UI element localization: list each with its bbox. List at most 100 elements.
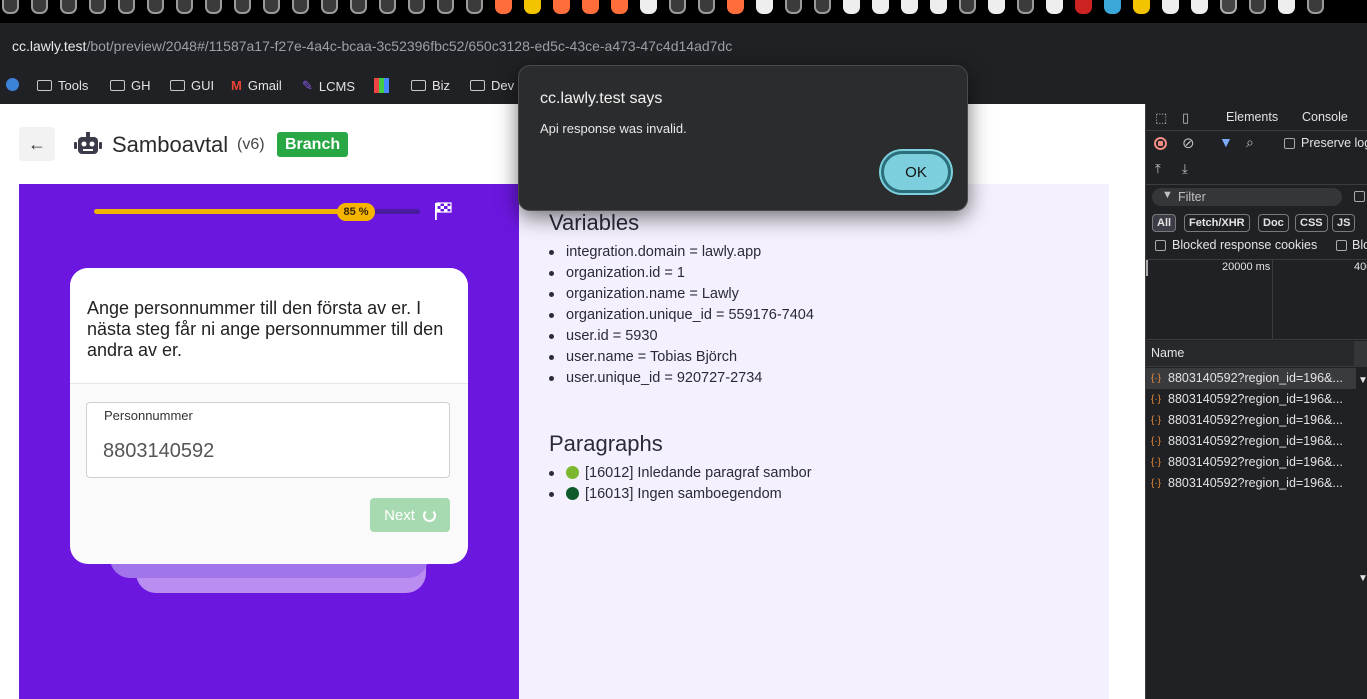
dialog-message: Api response was invalid. [540, 121, 687, 136]
browser-tab-icon[interactable] [553, 0, 570, 14]
browser-tab-icon[interactable] [118, 0, 135, 14]
ok-button[interactable]: OK [881, 151, 951, 193]
browser-tab-icon[interactable] [1249, 0, 1266, 14]
browser-tab-icon[interactable] [1046, 0, 1063, 14]
upload-icon[interactable]: ⤒ [1155, 161, 1161, 177]
branch-badge: Branch [277, 132, 349, 157]
browser-tab-icon[interactable] [524, 0, 541, 14]
bookmark-gui[interactable]: GUI [170, 78, 214, 93]
browser-tab-icon[interactable] [959, 0, 976, 14]
bookmark-tools[interactable]: Tools [37, 78, 88, 93]
browser-tab-icon[interactable] [640, 0, 657, 14]
browser-tab-icon[interactable] [727, 0, 744, 14]
bookmark-colorful[interactable] [374, 78, 389, 93]
filter-fetch-xhr[interactable]: Fetch/XHR [1184, 214, 1250, 232]
browser-tab-icon[interactable] [872, 0, 889, 14]
inspect-icon[interactable]: ⬚ [1155, 110, 1167, 126]
next-label: Next [384, 506, 415, 524]
url-text[interactable]: cc.lawly.test/bot/preview/2048#/11587a17… [12, 38, 732, 54]
download-icon[interactable]: ⤓ [1182, 161, 1188, 177]
filter-css[interactable]: CSS [1295, 214, 1328, 232]
browser-tab-icon[interactable] [147, 0, 164, 14]
browser-tab-icon[interactable] [495, 0, 512, 14]
browser-tab-icon[interactable] [60, 0, 77, 14]
spinner-icon [422, 508, 436, 522]
request-row[interactable]: 8803140592?region_id=196&... [1146, 410, 1356, 431]
browser-tab-icon[interactable] [1133, 0, 1150, 14]
search-icon[interactable]: ⌕ [1246, 134, 1254, 151]
browser-tab-icon[interactable] [379, 0, 396, 14]
expand-icon[interactable]: ▼ [1358, 375, 1367, 386]
browser-tab-icon[interactable] [263, 0, 280, 14]
browser-tab-icon[interactable] [843, 0, 860, 14]
back-button[interactable]: ← [19, 127, 55, 161]
blocked-cookies-checkbox[interactable] [1155, 240, 1166, 251]
browser-tab-icon[interactable] [1307, 0, 1324, 14]
bookmark-app-icon[interactable] [6, 78, 19, 91]
bookmark-gmail[interactable]: M Gmail [231, 78, 282, 93]
browser-tab-icon[interactable] [89, 0, 106, 14]
preserve-log-checkbox[interactable] [1284, 138, 1295, 149]
tab-console[interactable]: Console [1302, 110, 1348, 124]
request-row[interactable]: 8803140592?region_id=196&... [1146, 389, 1356, 410]
bookmark-biz[interactable]: Biz [411, 78, 450, 93]
name-column-header[interactable]: Name [1151, 346, 1184, 360]
network-overview[interactable]: 20000 ms 400 [1146, 260, 1367, 340]
browser-tab-icon[interactable] [756, 0, 773, 14]
browser-tab-icon[interactable] [292, 0, 309, 14]
bookmark-lcms[interactable]: ✎ LCMS [302, 78, 355, 94]
filter-doc[interactable]: Doc [1258, 214, 1289, 232]
browser-tab-icon[interactable] [1162, 0, 1179, 14]
browser-tab-icon[interactable] [611, 0, 628, 14]
tab-elements[interactable]: Elements [1226, 110, 1278, 124]
filter-icon[interactable]: ▼ [1219, 134, 1233, 150]
browser-tab-icon[interactable] [234, 0, 251, 14]
request-row[interactable]: 8803140592?region_id=196&... [1146, 473, 1356, 494]
browser-tab-icon[interactable] [814, 0, 831, 14]
request-row[interactable]: 8803140592?region_id=196&... [1146, 368, 1356, 389]
browser-tab-icon[interactable] [785, 0, 802, 14]
filter-input[interactable]: ▼ Filter [1152, 188, 1342, 206]
browser-tab-icon[interactable] [408, 0, 425, 14]
personnummer-field[interactable]: Personnummer [86, 402, 450, 478]
request-row[interactable]: 8803140592?region_id=196&... [1146, 431, 1356, 452]
browser-tab-icon[interactable] [466, 0, 483, 14]
browser-tab-icon[interactable] [31, 0, 48, 14]
personnummer-input[interactable] [103, 440, 433, 463]
browser-tab-icon[interactable] [1220, 0, 1237, 14]
browser-tab-icon[interactable] [321, 0, 338, 14]
browser-tab-icon[interactable] [669, 0, 686, 14]
filter-all[interactable]: All [1152, 214, 1177, 232]
browser-tab-icon[interactable] [1278, 0, 1295, 14]
grid-icon [374, 78, 389, 93]
blocked-requests-label: Blo [1352, 238, 1367, 252]
browser-tab-icon[interactable] [2, 0, 19, 14]
browser-tab-icon[interactable] [205, 0, 222, 14]
browser-tab-icon[interactable] [901, 0, 918, 14]
browser-tab-icon[interactable] [988, 0, 1005, 14]
browser-tab-icon[interactable] [582, 0, 599, 14]
bookmark-dev[interactable]: Dev [470, 78, 514, 93]
expand-icon[interactable]: ▼ [1358, 573, 1367, 584]
invert-checkbox[interactable] [1354, 191, 1365, 202]
address-bar[interactable]: cc.lawly.test/bot/preview/2048#/11587a17… [0, 23, 1367, 68]
variables-heading: Variables [549, 210, 640, 235]
browser-tab-icon[interactable] [437, 0, 454, 14]
browser-tab-icon[interactable] [698, 0, 715, 14]
browser-tab-icon[interactable] [1104, 0, 1121, 14]
browser-tab-icon[interactable] [1075, 0, 1092, 14]
bookmark-gh[interactable]: GH [110, 78, 151, 93]
blocked-requests-checkbox[interactable] [1336, 240, 1347, 251]
device-toolbar-icon[interactable]: ▯ [1182, 110, 1189, 126]
browser-tab-icon[interactable] [1017, 0, 1034, 14]
record-icon[interactable] [1154, 137, 1167, 150]
browser-tab-icon[interactable] [1191, 0, 1208, 14]
next-button[interactable]: Next [370, 498, 450, 532]
filter-js[interactable]: JS [1332, 214, 1356, 232]
browser-tab-icon[interactable] [930, 0, 947, 14]
request-row[interactable]: 8803140592?region_id=196&... [1146, 452, 1356, 473]
browser-tab-icon[interactable] [176, 0, 193, 14]
browser-tab-icon[interactable] [350, 0, 367, 14]
clear-icon[interactable]: ⊘ [1182, 134, 1195, 152]
variables-list: integration.domain = lawly.app organizat… [549, 242, 814, 389]
